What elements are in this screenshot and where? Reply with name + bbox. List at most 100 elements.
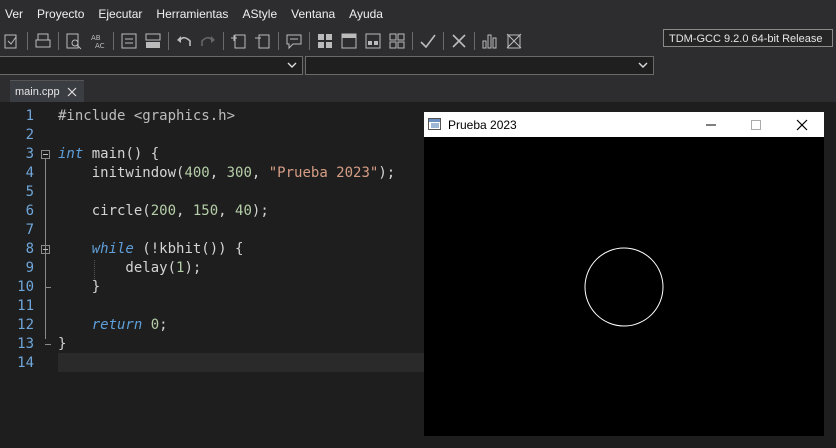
line-number: 1 [25, 108, 34, 124]
undo-button[interactable] [172, 30, 196, 52]
number: 400 [184, 165, 210, 181]
minimize-icon [705, 124, 716, 125]
menu-ayuda[interactable]: Ayuda [342, 7, 390, 21]
find-button[interactable] [62, 30, 86, 52]
toolbar-separator [58, 32, 59, 50]
delete-chart-button[interactable] [502, 30, 526, 52]
fold-toggle-main[interactable] [41, 150, 50, 159]
line-number: 8 [25, 241, 34, 257]
panel-icon [365, 33, 381, 49]
code-line-9: delay(1); [58, 259, 201, 278]
window-icon [341, 33, 357, 49]
chart-button[interactable] [478, 30, 502, 52]
layout-window-button[interactable] [337, 30, 361, 52]
menu-astyle[interactable]: AStyle [235, 7, 284, 21]
fold-end [45, 287, 51, 288]
close-window-button[interactable] [779, 112, 824, 137]
tab-label: main.cpp [15, 85, 60, 98]
line-number: 13 [17, 336, 34, 352]
toolbar-separator [223, 32, 224, 50]
editor-tabs: main.cpp [0, 78, 836, 102]
close-icon[interactable] [66, 86, 78, 98]
remove-file-button[interactable] [251, 30, 275, 52]
graphics-window[interactable]: Prueba 2023 [424, 112, 824, 436]
menu-ejecutar[interactable]: Ejecutar [91, 7, 149, 21]
window-app-icon [428, 118, 441, 130]
menu-ventana[interactable]: Ventana [284, 7, 342, 21]
compiler-select[interactable]: TDM-GCC 9.2.0 64-bit Release [663, 29, 833, 47]
maximize-icon [750, 119, 761, 130]
tab-main-cpp[interactable]: main.cpp [10, 80, 84, 102]
comment-button[interactable] [282, 30, 306, 52]
preprocessor: #include <graphics.h> [58, 108, 236, 124]
line-number: 5 [25, 184, 34, 200]
layout-tiles-button[interactable] [385, 30, 409, 52]
menu-herramientas[interactable]: Herramientas [149, 7, 235, 21]
number: 40 [235, 203, 252, 219]
line-number: 10 [17, 279, 34, 295]
graphics-canvas [424, 137, 824, 436]
number: 150 [192, 203, 219, 219]
fold-toggle-while[interactable] [41, 245, 50, 254]
minimize-button[interactable] [688, 112, 733, 137]
code-line-10: } [58, 278, 100, 297]
scope-combo[interactable] [0, 56, 303, 75]
number: 0 [150, 317, 160, 333]
code-line-4: initwindow(400, 300, "Prueba 2023"); [58, 164, 395, 183]
code-line-8: while (!kbhit()) { [58, 240, 244, 259]
code-text: initwindow( [58, 165, 185, 181]
print-button[interactable] [31, 30, 55, 52]
code-text: ); [378, 165, 396, 181]
current-line-highlight [58, 353, 424, 372]
layout-grid-button[interactable] [313, 30, 337, 52]
tiles-icon [389, 33, 405, 49]
replace-button[interactable]: AB AC [86, 30, 110, 52]
split-icon [145, 33, 161, 48]
code-text: } [58, 279, 101, 295]
check-icon [420, 34, 436, 49]
line-number: 3 [25, 146, 34, 162]
check-button[interactable] [416, 30, 440, 52]
split-button[interactable] [141, 30, 165, 52]
code-line-6: circle(200, 150, 40); [58, 202, 269, 221]
close-all-button[interactable] [447, 30, 471, 52]
line-number: 11 [17, 298, 34, 314]
drawn-circle [584, 247, 664, 327]
maximize-button[interactable] [733, 112, 778, 137]
toolbar-separator [443, 32, 444, 50]
layout-panel-button[interactable] [361, 30, 385, 52]
line-number: 6 [25, 203, 34, 219]
graphics-window-titlebar[interactable]: Prueba 2023 [424, 112, 824, 137]
line-number: 2 [25, 127, 34, 143]
code-text: (!kbhit()) { [133, 241, 244, 257]
compile-icon [4, 34, 17, 49]
chevron-down-icon [638, 62, 648, 68]
comment-icon [286, 34, 302, 50]
menu-proyecto[interactable]: Proyecto [30, 7, 91, 21]
line-number: 4 [25, 165, 34, 181]
code-text: circle( [58, 203, 151, 219]
toolbar-separator [412, 32, 413, 50]
toolbar-separator [168, 32, 169, 50]
code-text: , [209, 165, 227, 181]
redo-button[interactable] [196, 30, 220, 52]
indent-icon [121, 33, 137, 49]
replace-icon: ABAC [91, 34, 105, 50]
indent-button[interactable] [117, 30, 141, 52]
fold-end [45, 344, 51, 345]
menu-ver[interactable]: Ver [0, 7, 30, 21]
new-file-button[interactable] [227, 30, 251, 52]
code-text: ; [159, 317, 168, 333]
close-icon [796, 119, 807, 130]
line-number: 7 [25, 222, 34, 238]
symbol-combo[interactable] [305, 56, 654, 75]
code-text: , [218, 203, 236, 219]
remove-file-icon [255, 34, 270, 49]
svg-text:AC: AC [95, 42, 105, 50]
code-line-3: int main() { [58, 145, 159, 164]
number: 300 [226, 165, 252, 181]
bar-chart-icon [482, 34, 497, 49]
compile-file-button[interactable] [0, 30, 24, 52]
